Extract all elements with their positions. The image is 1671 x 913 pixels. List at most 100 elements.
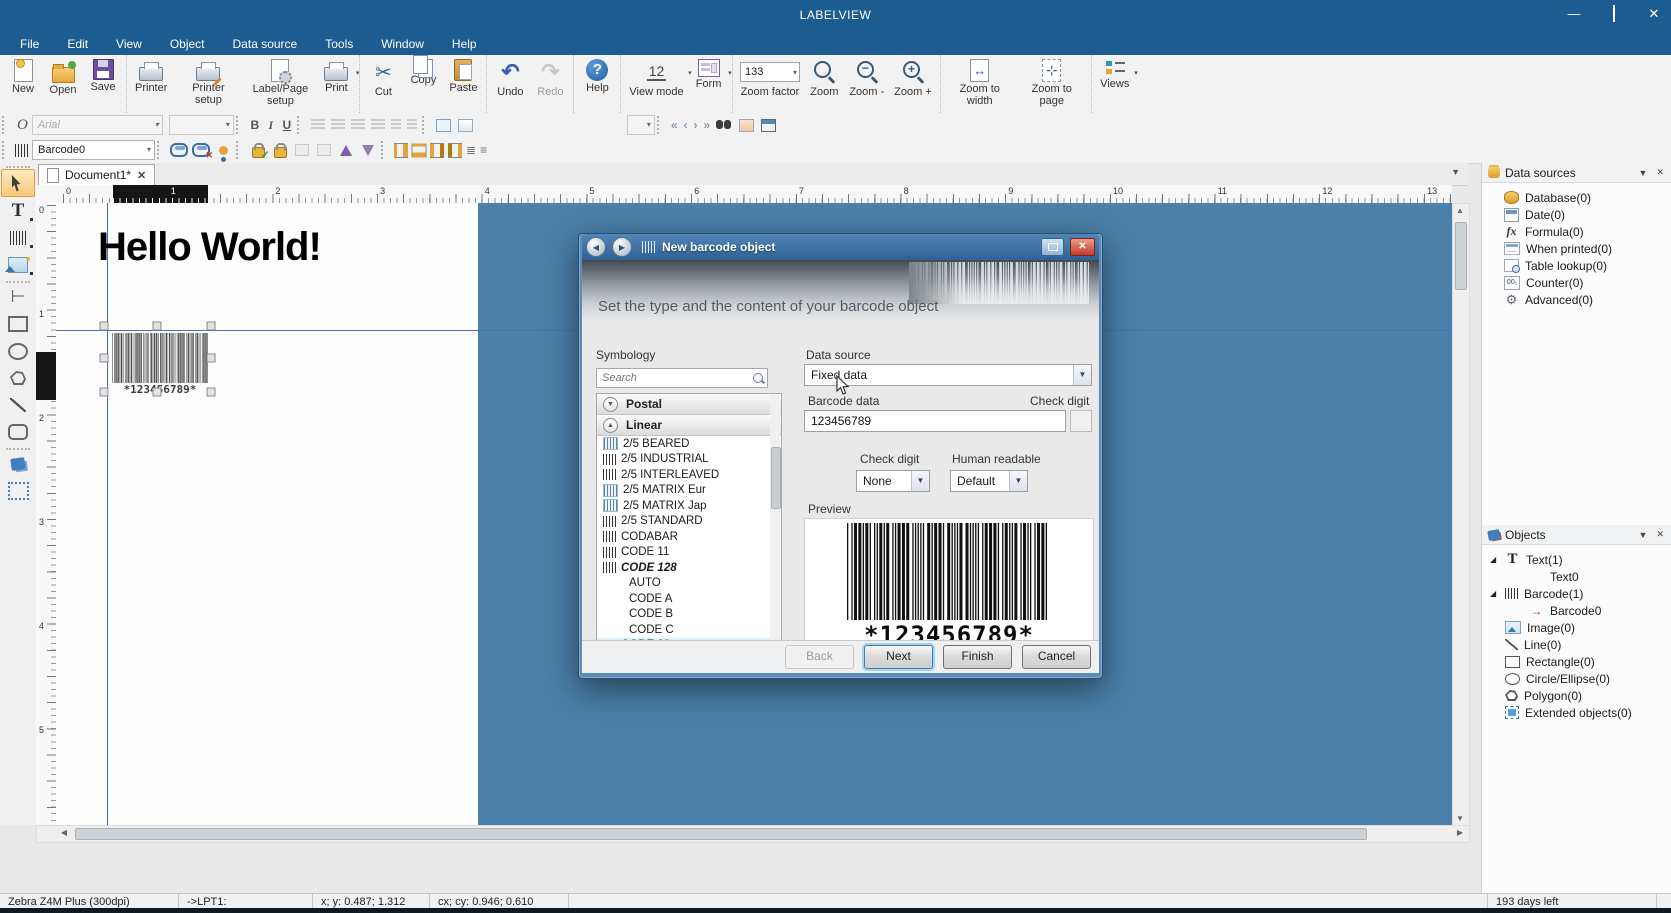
align-objects-right-icon[interactable]: ≡ (480, 143, 487, 157)
find-icon[interactable] (715, 117, 733, 133)
vertical-ruler[interactable]: 0123456 (36, 203, 57, 841)
zoom-factor-combo[interactable]: 133 (740, 62, 800, 82)
italic-button[interactable]: I (263, 118, 279, 133)
database-view-icon[interactable] (737, 117, 755, 133)
tool-pointer[interactable] (1, 169, 35, 197)
link-data-icon[interactable] (170, 142, 188, 158)
toolbar-grip[interactable] (2, 116, 9, 134)
lock-object-icon[interactable] (249, 142, 267, 158)
selection-handle[interactable] (100, 388, 109, 397)
toolbar-button[interactable]: Help (577, 57, 617, 111)
dialog-button[interactable]: Back (785, 645, 854, 669)
selection-handle[interactable] (207, 354, 216, 363)
selection-handle[interactable] (100, 354, 109, 363)
data-source-item[interactable]: When printed(0) (1482, 240, 1671, 257)
search-input[interactable] (597, 369, 755, 387)
forward-nav-icon[interactable]: ▶ (612, 237, 632, 257)
close-button[interactable]: ✕ (1645, 6, 1663, 22)
toolbar-grip[interactable] (2, 141, 9, 159)
toolbar-button[interactable]: Print (316, 57, 356, 111)
symbology-search[interactable] (596, 368, 768, 388)
char-spacing-icon[interactable] (407, 119, 417, 131)
dialog-close-button[interactable]: ✕ (1070, 238, 1095, 256)
menu-item[interactable]: Help (438, 34, 491, 54)
scroll-right-icon[interactable]: ▶ (1453, 826, 1467, 840)
tool-text[interactable] (2, 198, 34, 224)
toolbar-button[interactable]: Form (689, 57, 729, 111)
toolbar-button[interactable]: Paste (443, 57, 483, 111)
barcode-data-input[interactable] (804, 410, 1066, 432)
distribute-horizontal-icon[interactable] (394, 143, 408, 158)
group-linear[interactable]: ▲ Linear (597, 415, 781, 436)
menu-item[interactable]: Data source (219, 34, 312, 54)
text-field-icon[interactable] (435, 117, 453, 133)
symbology-item[interactable]: CODE 11 (597, 545, 781, 561)
symbology-item[interactable]: 2/5 MATRIX Jap (597, 498, 781, 514)
toolbar-button[interactable]: Zoom + (889, 57, 937, 111)
text-object-hello-world[interactable]: Hello World! (98, 225, 321, 270)
barcode-data-value[interactable] (805, 411, 1065, 431)
tool-barcode[interactable] (2, 225, 34, 251)
menu-item[interactable]: Object (156, 34, 219, 54)
tool-marquee[interactable] (2, 478, 34, 504)
unlink-data-icon[interactable] (192, 142, 210, 158)
tree-expander-icon[interactable] (1490, 589, 1499, 598)
line-spacing-icon[interactable] (391, 119, 401, 131)
tool-image[interactable] (2, 252, 34, 278)
unlock-object-icon[interactable] (271, 142, 289, 158)
object-tree-item[interactable]: Barcode0 (1482, 602, 1671, 619)
tool-rounded-rectangle[interactable] (2, 419, 34, 445)
rotate-right-icon[interactable] (359, 142, 377, 158)
bold-button[interactable]: B (247, 118, 263, 132)
tool-endpoint[interactable] (2, 284, 34, 310)
tree-expander-icon[interactable] (1490, 555, 1499, 564)
last-record-icon[interactable]: » (704, 118, 711, 132)
object-tree-item[interactable]: Image(0) (1482, 619, 1671, 636)
tool-ellipse[interactable] (2, 338, 34, 364)
chevron-up-icon[interactable]: ▲ (603, 418, 618, 433)
symbology-item[interactable]: CODE C (597, 622, 781, 638)
scroll-down-icon[interactable]: ▼ (1453, 812, 1467, 826)
toolbar-button[interactable]: Zoom to width (944, 57, 1016, 111)
rotate-left-icon[interactable] (337, 142, 355, 158)
form-view-icon[interactable] (759, 117, 777, 133)
symbology-item[interactable]: CODABAR (597, 529, 781, 545)
menu-item[interactable]: View (102, 34, 156, 54)
underline-button[interactable]: U (279, 118, 295, 132)
align-spacing-icon[interactable] (430, 143, 444, 158)
dialog-title-bar[interactable]: ◀ ▶ New barcode object ✕ (582, 234, 1099, 260)
horizontal-ruler[interactable]: 012345678910111213 (36, 185, 1452, 204)
object-tree-item[interactable]: Polygon(0) (1482, 687, 1671, 704)
font-size-combo[interactable] (169, 115, 234, 135)
selection-handle[interactable] (153, 388, 162, 397)
toolbar-button[interactable]: Undo (490, 57, 530, 111)
toolbar-button[interactable]: New (3, 57, 43, 111)
toolbar-button[interactable]: Printer setup (172, 57, 244, 111)
toolbar-button[interactable]: View mode (624, 57, 688, 111)
symbology-item[interactable]: 2/5 MATRIX Eur (597, 483, 781, 499)
align-justify-icon[interactable] (371, 119, 385, 131)
symbology-item[interactable]: CODE B (597, 607, 781, 623)
tool-rectangle[interactable] (2, 311, 34, 337)
previous-record-icon[interactable]: ‹ (684, 118, 688, 132)
group-postal[interactable]: ▼ Postal (597, 394, 781, 415)
tab-close-icon[interactable]: ✕ (137, 169, 146, 182)
chevron-down-icon[interactable]: ▼ (603, 397, 618, 412)
horizontal-scroll-thumb[interactable] (75, 828, 1367, 840)
document-tab[interactable]: Document1* ✕ (38, 164, 155, 185)
symbology-item[interactable]: CODE 128 (597, 560, 781, 576)
horizontal-scrollbar[interactable]: ◀ ▶ (36, 825, 1470, 843)
data-source-item[interactable]: Database(0) (1482, 189, 1671, 206)
object-tree-item[interactable]: Barcode(1) (1482, 585, 1671, 602)
symbology-scroll-thumb[interactable] (771, 447, 781, 509)
toolbar-button[interactable]: Open (43, 57, 83, 111)
toolbar-button[interactable]: Printer (130, 57, 172, 111)
symbology-item[interactable]: AUTO (597, 576, 781, 592)
object-tree-item[interactable]: Extended objects(0) (1482, 704, 1671, 721)
tool-external-object[interactable] (2, 451, 34, 477)
selection-handle[interactable] (153, 322, 162, 331)
selection-handle[interactable] (207, 388, 216, 397)
align-left-icon[interactable] (311, 119, 325, 131)
object-tree-item[interactable]: Text0 (1482, 568, 1671, 585)
maximize-button[interactable] (1605, 6, 1623, 22)
